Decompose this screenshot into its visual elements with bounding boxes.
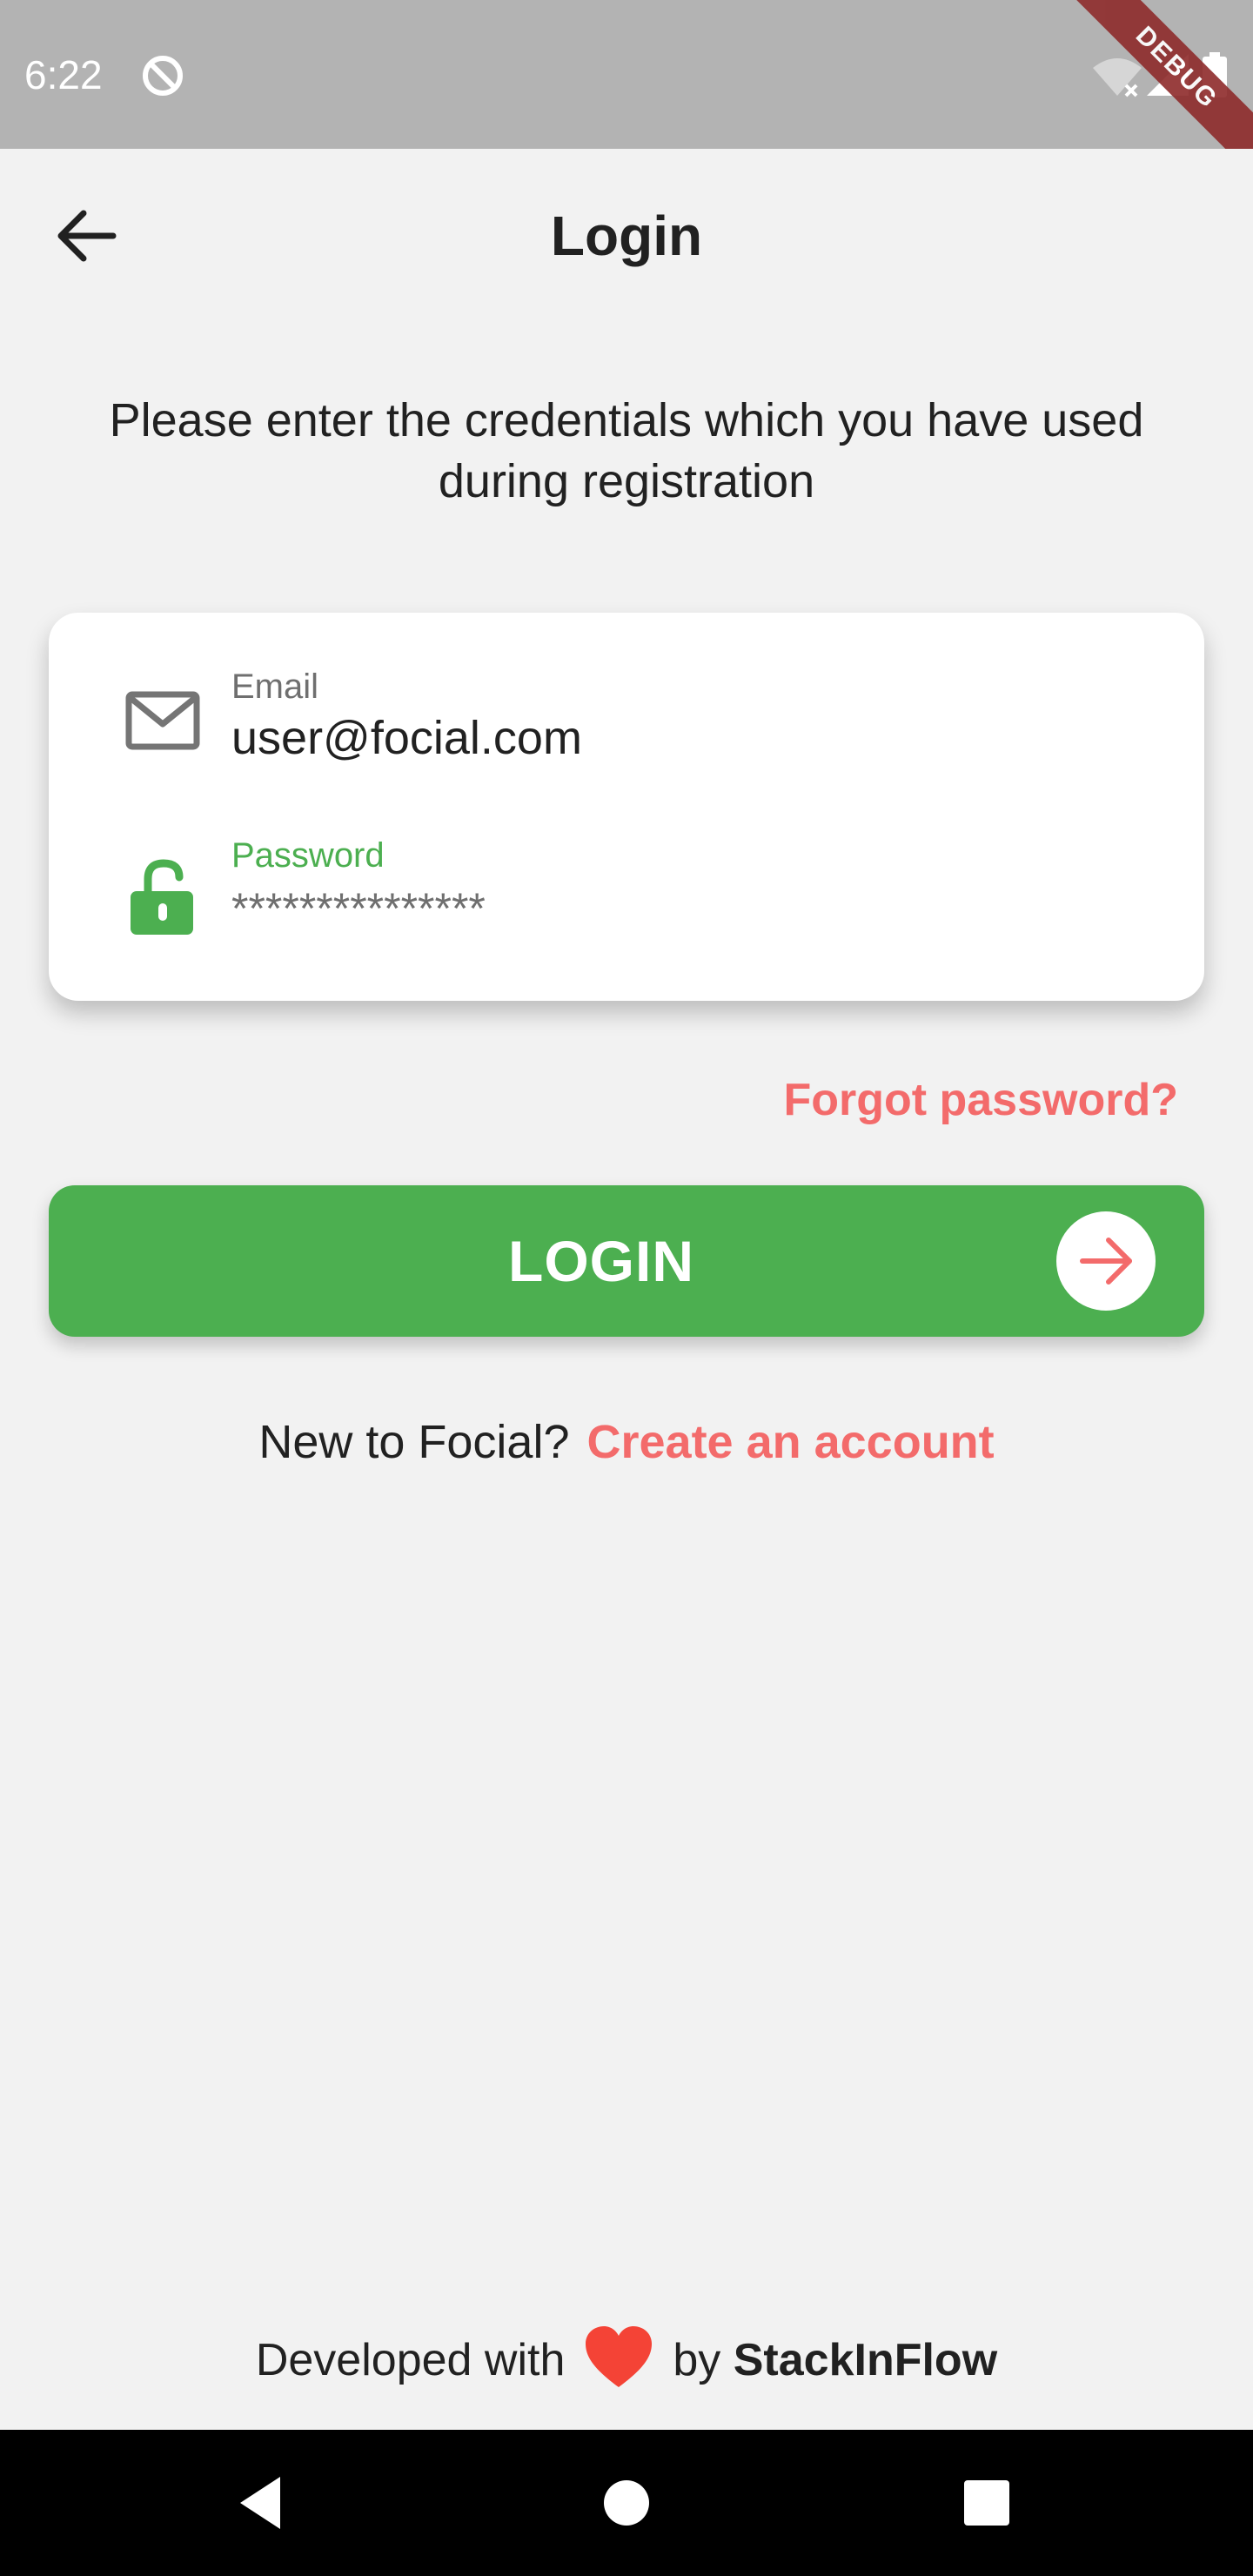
wifi-off-icon [1091, 54, 1143, 97]
login-button-label: LOGIN [508, 1229, 694, 1293]
credentials-card: Email user@focial.com Password *********… [49, 613, 1204, 1001]
mail-icon [122, 681, 205, 764]
signup-row: New to Focial? Create an account [0, 1412, 1253, 1472]
footer-credit: Developed with by StackInFlow [0, 2325, 1253, 2395]
password-label: Password [231, 836, 385, 875]
footer-by: by [673, 2335, 721, 2385]
password-field[interactable]: Password *************** [49, 809, 1204, 975]
status-bar: 6:22 DEBUG [0, 0, 1253, 149]
heart-icon [584, 2326, 653, 2389]
footer-brand: StackInFlow [733, 2335, 998, 2385]
forgot-password-link[interactable]: Forgot password? [783, 1072, 1178, 1128]
app-bar: Login [0, 149, 1253, 323]
email-label: Email [231, 667, 319, 706]
footer-prefix: Developed with [255, 2335, 566, 2385]
page-title: Login [550, 205, 703, 267]
back-triangle-icon[interactable] [228, 2468, 298, 2538]
create-account-link[interactable]: Create an account [587, 1416, 995, 1468]
home-circle-icon[interactable] [592, 2468, 661, 2538]
email-field[interactable]: Email user@focial.com [49, 639, 1204, 804]
email-input[interactable]: user@focial.com [231, 710, 1102, 766]
recents-square-icon[interactable] [952, 2468, 1022, 2538]
password-input[interactable]: *************** [231, 881, 1102, 936]
signup-prompt: New to Focial? [258, 1416, 570, 1468]
status-time: 6:22 [24, 52, 103, 97]
system-nav-bar [0, 2430, 1253, 2576]
arrow-forward-icon [1056, 1211, 1156, 1311]
lock-open-icon [122, 855, 205, 938]
login-button[interactable]: LOGIN [49, 1185, 1204, 1337]
location-off-icon [139, 52, 186, 99]
login-instructions: Please enter the credentials which you h… [109, 394, 1144, 507]
